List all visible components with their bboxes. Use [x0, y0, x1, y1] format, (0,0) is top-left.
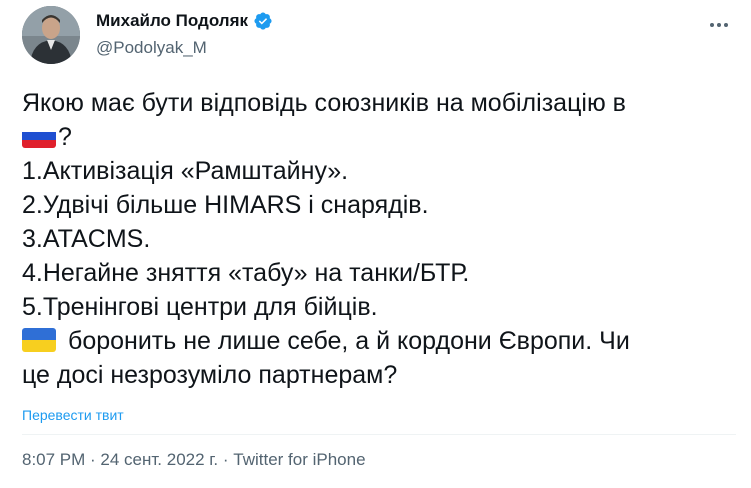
tweet-line-text: боронить не лише себе, а й кордони Європ…	[68, 327, 630, 355]
tweet-time[interactable]: 8:07 PM	[22, 450, 85, 469]
tweet-line: 5.Тренінгові центри для бійців.	[22, 293, 378, 321]
translate-tweet-link[interactable]: Перевести твит	[22, 407, 124, 423]
avatar[interactable]	[22, 6, 80, 64]
author-name[interactable]: Михайло Подоляк	[96, 11, 248, 31]
author-handle[interactable]: @Podolyak_M	[96, 38, 207, 58]
tweet-meta: 8:07 PM · 24 сент. 2022 г. · Twitter for…	[22, 450, 366, 470]
meta-separator: ·	[85, 450, 101, 469]
meta-separator: ·	[218, 450, 234, 469]
tweet-line: боронить не лише себе, а й кордони Європ…	[22, 324, 737, 358]
tweet-line-suffix: ?	[58, 123, 72, 151]
tweet-line: 1.Активізація «Рамштайну».	[22, 157, 349, 185]
tweet-line: це досі незрозуміло партнерам?	[22, 361, 398, 389]
author-name-row[interactable]: Михайло Подоляк	[96, 11, 273, 31]
ukraine-flag-icon	[22, 328, 56, 352]
tweet-text: Якою має бути відповідь союзників на моб…	[22, 86, 737, 392]
verified-badge-icon	[254, 12, 272, 30]
tweet-line: Якою має бути відповідь союзників на моб…	[22, 89, 626, 117]
tweet-line: 3.ATACMS.	[22, 225, 151, 253]
more-options-button[interactable]	[704, 10, 734, 40]
tweet-card: Михайло Подоляк @Podolyak_M Якою має бут…	[0, 0, 751, 488]
tweet-line: 2.Удвічі більше HIMARS і снарядів.	[22, 191, 429, 219]
russia-flag-icon	[22, 124, 56, 148]
tweet-line: ?	[22, 120, 737, 154]
tweet-date[interactable]: 24 сент. 2022 г.	[100, 450, 218, 469]
tweet-source[interactable]: Twitter for iPhone	[233, 450, 365, 469]
avatar-photo	[22, 6, 80, 64]
more-dots-icon	[710, 23, 728, 27]
tweet-line: 4.Негайне зняття «табу» на танки/БТР.	[22, 259, 470, 287]
divider	[22, 434, 736, 435]
